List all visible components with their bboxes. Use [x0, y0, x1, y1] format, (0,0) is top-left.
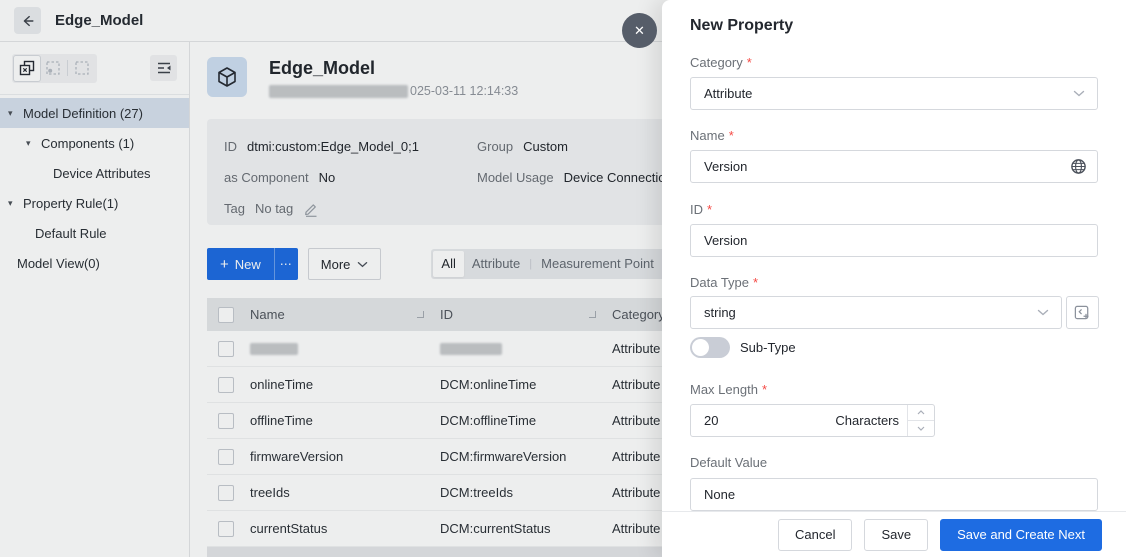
data-type-select-value: string	[691, 305, 736, 320]
category-select[interactable]: Attribute	[690, 77, 1098, 110]
id-field-label: ID*	[690, 202, 712, 217]
required-marker: *	[762, 382, 767, 397]
max-length-input[interactable]	[691, 405, 794, 436]
new-property-drawer: New Property Category* Attribute Name* I…	[662, 0, 1126, 557]
category-select-value: Attribute	[691, 86, 752, 101]
custom-type-button[interactable]	[1066, 296, 1099, 329]
data-type-field-label: Data Type*	[690, 275, 758, 290]
bracket-plus-icon	[1073, 303, 1092, 322]
name-field-label: Name*	[690, 128, 734, 143]
cancel-button[interactable]: Cancel	[778, 519, 852, 551]
default-value-input[interactable]	[691, 479, 1097, 510]
chevron-down-icon	[1037, 309, 1049, 316]
drawer-mask	[0, 0, 680, 557]
required-marker: *	[729, 128, 734, 143]
save-and-create-next-button[interactable]: Save and Create Next	[940, 519, 1102, 551]
globe-icon	[1070, 158, 1087, 175]
id-input[interactable]	[691, 225, 1097, 256]
stepper-up-button[interactable]	[908, 405, 934, 420]
chevron-down-icon	[1073, 90, 1085, 97]
sub-type-toggle[interactable]	[690, 337, 730, 358]
max-length-unit: Characters	[835, 413, 907, 428]
app: Edge_Model	[0, 0, 1126, 557]
number-stepper	[907, 405, 934, 436]
data-type-select[interactable]: string	[690, 296, 1062, 329]
max-length-field-label: Max Length*	[690, 382, 767, 397]
max-length-field: Characters	[690, 404, 935, 437]
required-marker: *	[753, 275, 758, 290]
default-value-field-label: Default Value	[690, 455, 767, 470]
name-field	[690, 150, 1098, 183]
drawer-footer: Cancel Save Save and Create Next	[662, 511, 1126, 557]
required-marker: *	[747, 55, 752, 70]
name-input[interactable]	[691, 151, 1064, 182]
default-value-field	[690, 478, 1098, 511]
chevron-down-icon	[917, 426, 925, 431]
drawer-title: New Property	[690, 17, 793, 35]
chevron-up-icon	[917, 410, 925, 415]
stepper-down-button[interactable]	[908, 420, 934, 436]
required-marker: *	[707, 202, 712, 217]
save-button[interactable]: Save	[864, 519, 928, 551]
i18n-globe-button[interactable]	[1070, 158, 1087, 175]
id-field	[690, 224, 1098, 257]
sub-type-label: Sub-Type	[740, 340, 796, 355]
close-icon: ✕	[634, 23, 645, 39]
category-field-label: Category*	[690, 55, 752, 70]
drawer-close-button[interactable]: ✕	[622, 13, 657, 48]
